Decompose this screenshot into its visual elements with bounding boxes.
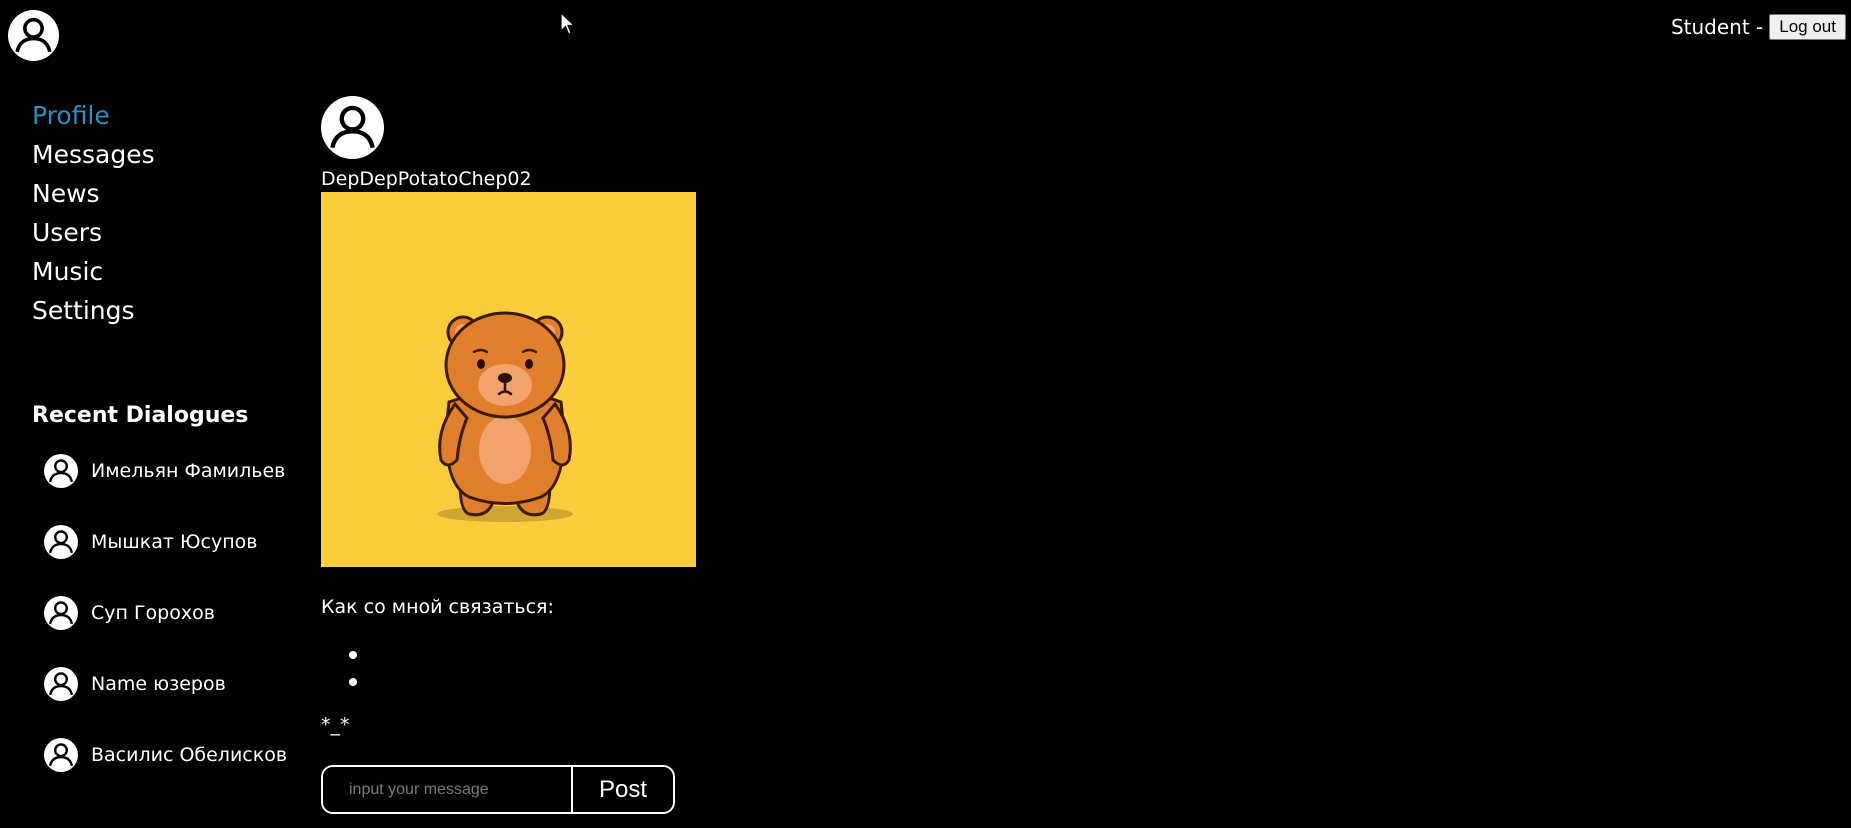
contact-item <box>321 642 357 669</box>
avatar-icon <box>44 737 78 772</box>
nav-item-music[interactable]: Music <box>32 252 155 291</box>
nav-item-news[interactable]: News <box>32 174 155 213</box>
teddy-bear-icon <box>321 192 696 567</box>
login-block: Student - Log out <box>1671 14 1846 40</box>
nav-item-messages[interactable]: Messages <box>32 135 155 174</box>
nav-item-settings[interactable]: Settings <box>32 291 155 330</box>
login-name: Student - <box>1670 15 1764 39</box>
dialog-item[interactable]: Суп Горохов <box>44 577 287 648</box>
profile-status: *_* <box>321 714 350 736</box>
dialog-name: Имельян Фамильев <box>91 459 286 482</box>
app-root: Student - Log out Profile Messages News … <box>0 0 1851 828</box>
post-button[interactable]: Post <box>571 767 673 812</box>
contacts-list <box>321 642 357 696</box>
dialog-item[interactable]: Имельян Фамильев <box>44 435 287 506</box>
mouse-cursor-icon <box>560 12 576 35</box>
recent-dialogues-title: Recent Dialogues <box>32 403 249 428</box>
dialog-name: Василис Обелисков <box>91 743 288 766</box>
contact-item <box>321 669 357 696</box>
sidebar-nav: Profile Messages News Users Music Settin… <box>32 96 155 330</box>
post-form: Post <box>321 765 675 814</box>
user-logo-icon[interactable] <box>8 10 59 61</box>
dialog-name: Суп Горохов <box>91 601 215 624</box>
message-input[interactable] <box>323 767 571 812</box>
dialog-name: Мышкат Юсупов <box>91 530 258 553</box>
dialog-name: Name юзеров <box>91 672 226 695</box>
dialog-item[interactable]: Name юзеров <box>44 648 287 719</box>
nav-item-users[interactable]: Users <box>32 213 155 252</box>
dialog-item[interactable]: Василис Обелисков <box>44 719 287 790</box>
profile-username: DepDepPotatoChep02 <box>321 168 532 190</box>
profile-avatar-icon <box>321 96 384 159</box>
avatar-icon <box>44 595 78 630</box>
profile-image <box>321 192 696 567</box>
nav-item-profile[interactable]: Profile <box>32 96 155 135</box>
avatar-icon <box>44 524 78 559</box>
recent-dialogues-list: Имельян Фамильев Мышкат Юсупов Суп Горох… <box>44 435 287 790</box>
contacts-title: Как со мной связаться: <box>321 596 554 618</box>
avatar-icon <box>44 453 78 488</box>
avatar-icon <box>44 666 78 701</box>
logout-button[interactable]: Log out <box>1769 14 1846 40</box>
dialog-item[interactable]: Мышкат Юсупов <box>44 506 287 577</box>
